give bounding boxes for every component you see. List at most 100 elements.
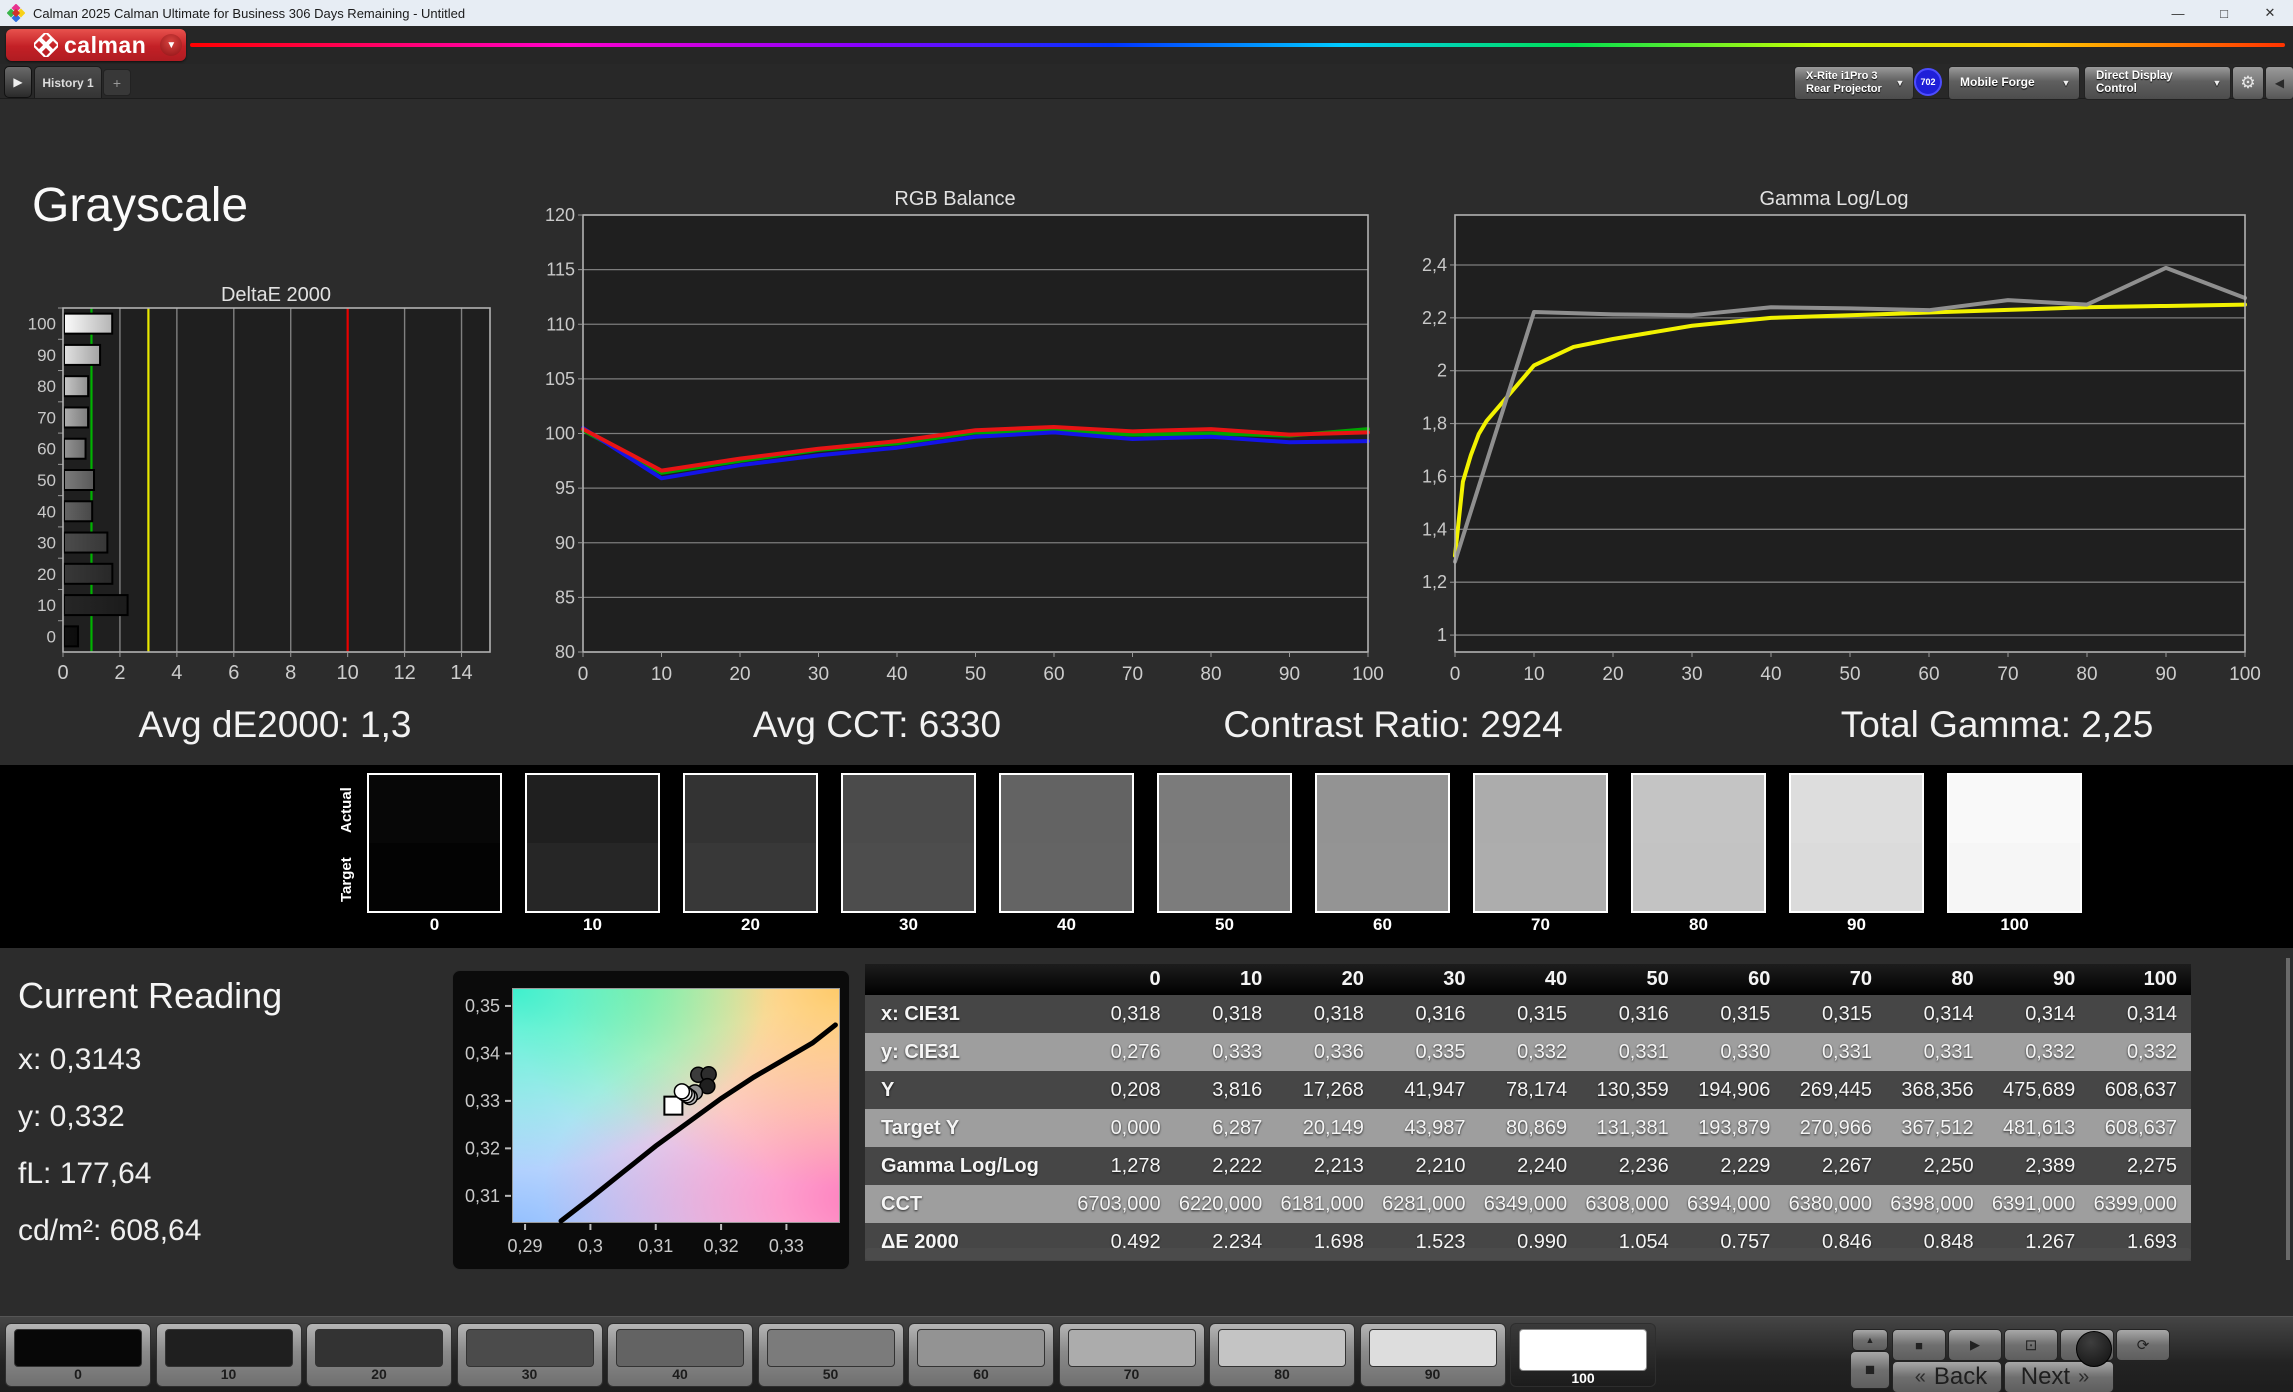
meter-badge[interactable]: 702 (1914, 68, 1942, 96)
pattern-button-0[interactable]: 0 (5, 1323, 151, 1387)
table-col-header-30: 30 (1378, 964, 1480, 995)
table-row: Gamma Log/Log1,2782,2222,2132,2102,2402,… (865, 1147, 2191, 1185)
right-scrollbar[interactable] (2286, 958, 2290, 1260)
table-cell: 6398,000 (1886, 1185, 1988, 1223)
table-col-header-70: 70 (1784, 964, 1886, 995)
svg-text:8: 8 (285, 662, 296, 684)
svg-text:85: 85 (555, 587, 575, 607)
pattern-panel-up-button[interactable]: ▲ (1852, 1329, 1888, 1351)
swatch-target (1159, 843, 1290, 911)
settings-gear-button[interactable]: ⚙ (2232, 66, 2264, 100)
svg-text:50: 50 (965, 664, 986, 685)
table-cell: 2,267 (1784, 1147, 1886, 1185)
refresh-button[interactable]: ⟳ (2116, 1329, 2170, 1361)
source-dropdown[interactable]: Mobile Forge ▼ (1948, 66, 2080, 100)
table-cell: 2,389 (1988, 1147, 2090, 1185)
pattern-window-button[interactable]: ⊡ (2004, 1329, 2058, 1361)
play-icon-button[interactable]: ▶ (1948, 1329, 2002, 1361)
pattern-swatch (1519, 1329, 1647, 1371)
back-button[interactable]: « Back (1892, 1361, 2002, 1392)
table-col-header-60: 60 (1683, 964, 1785, 995)
stat-total-gamma: Total Gamma: 2,25 (1717, 704, 2277, 746)
table-cell: 0,332 (2089, 1033, 2191, 1071)
pattern-button-10[interactable]: 10 (156, 1323, 302, 1387)
table-cell: 2,229 (1683, 1147, 1785, 1185)
pattern-button-40[interactable]: 40 (607, 1323, 753, 1387)
pattern-button-60[interactable]: 60 (908, 1323, 1054, 1387)
display-control-dropdown[interactable]: Direct Display Control ▼ (2084, 66, 2231, 100)
table-cell: 0,331 (1784, 1033, 1886, 1071)
svg-text:30: 30 (1681, 664, 1702, 685)
swatch-level-label: 100 (1947, 915, 2082, 935)
table-scrollbar[interactable] (865, 1248, 2191, 1260)
table-cell: 0,332 (1988, 1033, 2090, 1071)
minimize-button[interactable]: — (2155, 0, 2201, 26)
table-col-header-40: 40 (1480, 964, 1582, 995)
pattern-button-30[interactable]: 30 (457, 1323, 603, 1387)
pattern-label: 60 (909, 1366, 1053, 1382)
swatch-actual (1317, 775, 1448, 843)
svg-text:0,33: 0,33 (465, 1091, 500, 1111)
pattern-button-80[interactable]: 80 (1209, 1323, 1355, 1387)
dark-knob-button[interactable] (2076, 1331, 2112, 1367)
svg-text:80: 80 (1200, 664, 1221, 685)
collapse-panel-button[interactable]: ◀ (2265, 66, 2293, 100)
swatch-level-label: 30 (841, 915, 976, 935)
svg-text:2,2: 2,2 (1422, 308, 1447, 328)
table-cell: 130,359 (1581, 1071, 1683, 1109)
svg-text:50: 50 (1839, 664, 1860, 685)
table-row-label: y: CIE31 (865, 1033, 1073, 1071)
swatch-level-label: 40 (999, 915, 1134, 935)
svg-text:80: 80 (2076, 664, 2097, 685)
svg-text:80: 80 (555, 642, 575, 662)
swatch-actual (1159, 775, 1290, 843)
meter-dropdown[interactable]: X-Rite i1Pro 3 Rear Projector ▼ (1794, 66, 1914, 100)
pattern-button-90[interactable]: 90 (1360, 1323, 1506, 1387)
svg-text:95: 95 (555, 478, 575, 498)
maximize-button[interactable]: □ (2201, 0, 2247, 26)
svg-text:90: 90 (1279, 664, 1300, 685)
pattern-stop-button[interactable]: ■ (1850, 1351, 1890, 1389)
pattern-button-100[interactable]: 100 (1510, 1323, 1656, 1387)
table-row: Y0,2083,81617,26841,94778,174130,359194,… (865, 1071, 2191, 1109)
close-button[interactable]: ✕ (2247, 0, 2293, 26)
pattern-button-70[interactable]: 70 (1059, 1323, 1205, 1387)
table-cell: 2,275 (2089, 1147, 2191, 1185)
swatch-target (1317, 843, 1448, 911)
swatch-level-label: 90 (1789, 915, 1924, 935)
table-cell: 0,276 (1073, 1033, 1175, 1071)
current-reading-fl: fL: 177,64 (18, 1157, 151, 1191)
calman-menu-button[interactable]: calman ▼ (6, 29, 186, 61)
table-cell: 6181,000 (1276, 1185, 1378, 1223)
add-tab-button[interactable]: + (103, 69, 131, 96)
svg-text:12: 12 (393, 662, 415, 684)
current-reading-y: y: 0,332 (18, 1100, 125, 1134)
calman-logo-text: calman (64, 32, 146, 59)
pattern-toolbar: 0102030405060708090100 ▲ ■ ■ ▶ ⊡ ∞ ⟳ « B… (0, 1316, 2293, 1392)
window-title-bar[interactable]: Calman 2025 Calman Ultimate for Business… (0, 0, 2293, 26)
svg-text:105: 105 (545, 369, 575, 389)
pattern-button-50[interactable]: 50 (758, 1323, 904, 1387)
current-reading-cdm2: cd/m²: 608,64 (18, 1214, 201, 1248)
table-corner-cell (865, 964, 1073, 995)
swatch-actual (1633, 775, 1764, 843)
svg-text:1,4: 1,4 (1422, 519, 1447, 539)
table-cell: 0,315 (1784, 995, 1886, 1033)
table-col-header-80: 80 (1886, 964, 1988, 995)
svg-text:70: 70 (37, 408, 56, 427)
swatch-target (685, 843, 816, 911)
pattern-swatch (917, 1329, 1045, 1367)
svg-text:0: 0 (1450, 664, 1461, 685)
table-cell: 368,356 (1886, 1071, 1988, 1109)
svg-text:120: 120 (545, 205, 575, 225)
table-row-label: CCT (865, 1185, 1073, 1223)
tab-history-1[interactable]: History 1 (34, 66, 102, 98)
svg-text:30: 30 (37, 534, 56, 553)
session-expand-button[interactable]: ▶ (4, 66, 32, 98)
swatch-level-label: 80 (1631, 915, 1766, 935)
table-cell: 6349,000 (1480, 1185, 1582, 1223)
stop-icon-button[interactable]: ■ (1892, 1329, 1946, 1361)
pattern-swatch (14, 1329, 142, 1367)
svg-text:10: 10 (651, 664, 672, 685)
pattern-button-20[interactable]: 20 (306, 1323, 452, 1387)
